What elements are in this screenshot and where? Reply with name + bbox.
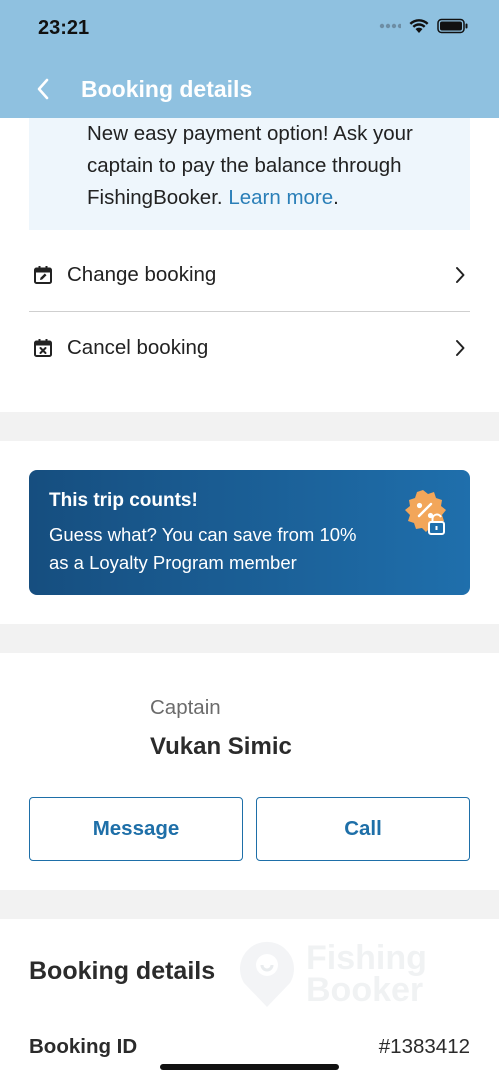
cancel-booking-label: Cancel booking [67, 336, 209, 359]
booking-details-section: Fishing Booker Booking details Booking I… [0, 919, 499, 1080]
booking-id-value: #1383412 [378, 1035, 470, 1058]
captain-name: Vukan Simic [150, 733, 292, 760]
chevron-left-icon [37, 78, 49, 100]
watermark-line-2: Booker [306, 971, 424, 1009]
nav-bar: Booking details [0, 60, 499, 118]
change-booking-label: Change booking [67, 263, 217, 286]
back-button[interactable] [28, 74, 58, 104]
home-indicator [160, 1064, 339, 1070]
calendar-cancel-icon [33, 338, 59, 358]
booking-id-label: Booking ID [29, 1035, 138, 1058]
chevron-right-icon [450, 338, 470, 358]
loyalty-text: Guess what? You can save from 10% as a L… [49, 524, 357, 573]
loyalty-card[interactable]: This trip counts! Guess what? You can sa… [29, 470, 470, 595]
discount-badge-lock-icon [400, 488, 452, 540]
booking-actions-section: New easy payment option! Ask your captai… [0, 118, 499, 412]
learn-more-link[interactable]: Learn more [228, 186, 333, 209]
fishingbooker-logo-icon [240, 941, 294, 1007]
status-icons [379, 18, 469, 34]
fishingbooker-watermark: Fishing Booker [236, 939, 427, 1009]
battery-icon [437, 18, 468, 34]
change-booking-row[interactable]: Change booking [29, 239, 470, 311]
cancel-booking-row[interactable]: Cancel booking [29, 312, 470, 384]
call-button[interactable]: Call [256, 797, 470, 861]
captain-section: Captain Vukan Simic Message Call [0, 653, 499, 890]
watermark-text: Fishing Booker [306, 939, 427, 1009]
chevron-right-icon [450, 265, 470, 285]
page-title: Booking details [81, 76, 253, 102]
loyalty-title: This trip counts! [49, 490, 198, 511]
captain-role: Captain [150, 696, 221, 719]
app-header: 23:21 Booking details [0, 0, 499, 118]
status-bar: 23:21 [0, 0, 499, 60]
calendar-edit-icon [33, 265, 59, 285]
loyalty-section: This trip counts! Guess what? You can sa… [0, 441, 499, 624]
payment-notice: New easy payment option! Ask your captai… [29, 118, 470, 230]
wifi-icon [409, 19, 429, 33]
signal-icon [379, 23, 401, 29]
notice-suffix: . [333, 186, 339, 209]
watermark-line-1: Fishing [306, 939, 427, 977]
notice-paragraph: New easy payment option! Ask your captai… [87, 118, 450, 214]
status-time: 23:21 [38, 17, 90, 39]
message-button[interactable]: Message [29, 797, 243, 861]
booking-details-title: Booking details [29, 957, 216, 985]
